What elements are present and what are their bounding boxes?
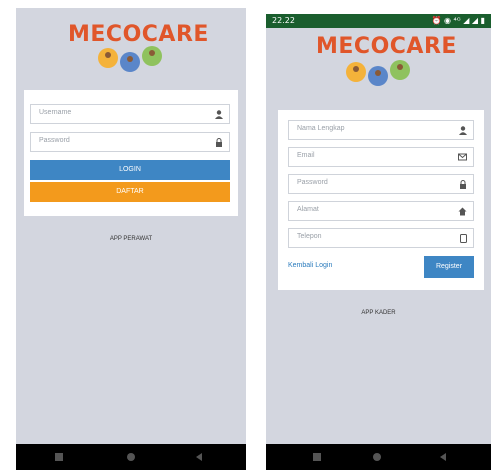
telepon-placeholder: Telepon — [297, 233, 322, 240]
password-placeholder: Password — [297, 179, 328, 186]
lock-icon — [460, 180, 466, 189]
username-placeholder: Username — [39, 109, 72, 116]
logo-figures — [98, 46, 162, 72]
nama-lengkap-placeholder: Nama Lengkap — [297, 125, 345, 132]
telepon-field[interactable]: Telepon — [288, 228, 474, 248]
register-card: Nama Lengkap Email Password Alamat Telep… — [278, 110, 484, 290]
back-icon[interactable] — [438, 452, 448, 462]
password-placeholder: Password — [39, 137, 70, 144]
app-kader-label: APP KADER — [361, 310, 396, 316]
alamat-field[interactable]: Alamat — [288, 201, 474, 221]
username-field[interactable]: Username — [30, 104, 230, 124]
login-screen: MECOCARE Username Password LOGIN DAFTAR … — [16, 8, 246, 470]
back-icon[interactable] — [194, 452, 204, 462]
envelope-icon — [458, 153, 467, 161]
register-screen: 22.22 ⏰ ◉ ⁴ᴳ ◢ ◢ ▮ MECOCARE Nama Lengkap… — [266, 14, 491, 470]
email-field[interactable]: Email — [288, 147, 474, 167]
login-card: Username Password LOGIN DAFTAR — [24, 90, 238, 216]
android-navbar — [16, 444, 246, 470]
app-logo: MECOCARE — [316, 34, 456, 92]
recent-apps-icon[interactable] — [312, 452, 322, 462]
logo-figures — [346, 60, 410, 86]
nama-lengkap-field[interactable]: Nama Lengkap — [288, 120, 474, 140]
login-button[interactable]: LOGIN — [30, 160, 230, 180]
phone-icon — [460, 234, 467, 243]
password-field[interactable]: Password — [30, 132, 230, 152]
lock-icon — [216, 138, 222, 147]
email-placeholder: Email — [297, 152, 315, 159]
daftar-button[interactable]: DAFTAR — [30, 182, 230, 202]
android-navbar — [266, 444, 491, 470]
home-icon — [458, 207, 467, 216]
app-logo: MECOCARE — [68, 22, 208, 78]
home-button-icon[interactable] — [372, 452, 382, 462]
user-icon — [215, 110, 223, 119]
user-icon — [459, 126, 467, 135]
kembali-login-link[interactable]: Kembali Login — [288, 262, 332, 269]
recent-apps-icon[interactable] — [54, 452, 64, 462]
status-time: 22.22 — [272, 16, 295, 25]
home-button-icon[interactable] — [126, 452, 136, 462]
register-button[interactable]: Register — [424, 256, 474, 278]
status-icons: ⏰ ◉ ⁴ᴳ ◢ ◢ ▮ — [431, 16, 485, 25]
password-field[interactable]: Password — [288, 174, 474, 194]
status-bar: 22.22 ⏰ ◉ ⁴ᴳ ◢ ◢ ▮ — [266, 14, 491, 28]
alamat-placeholder: Alamat — [297, 206, 319, 213]
app-perawat-label: APP PERAWAT — [109, 236, 153, 242]
